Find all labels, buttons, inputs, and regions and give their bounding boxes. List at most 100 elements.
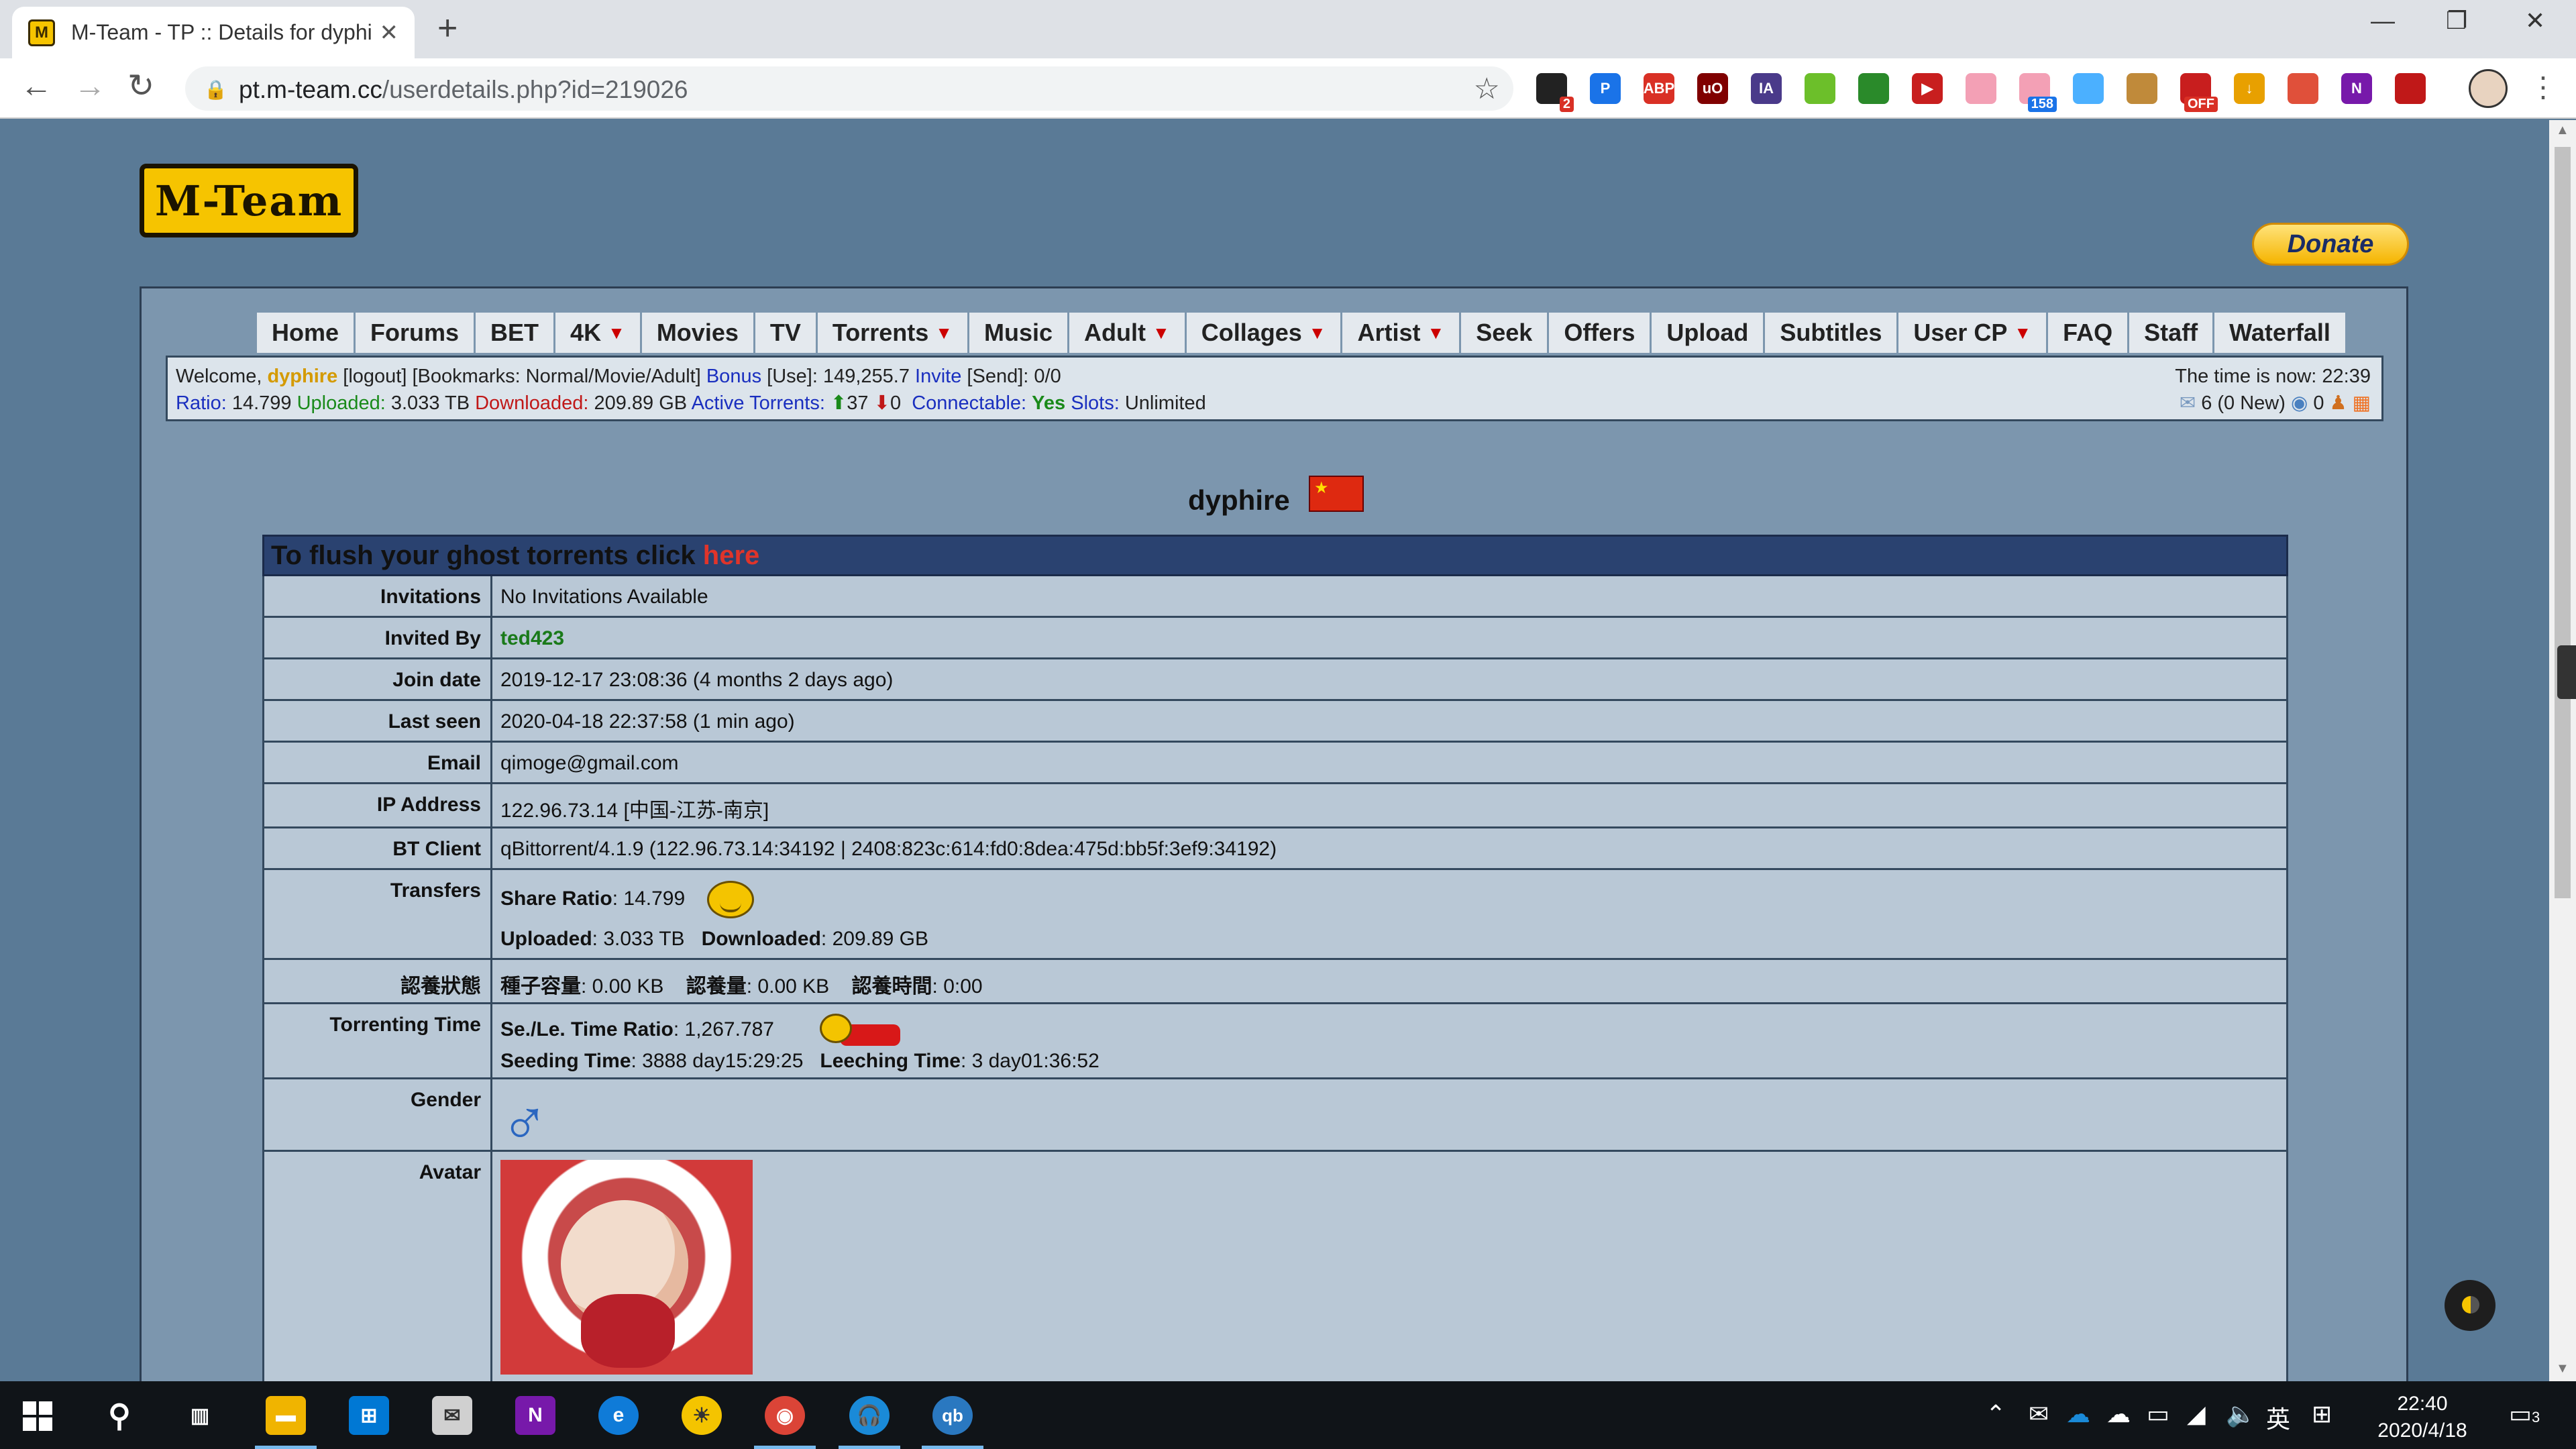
active-seed-count[interactable]: 37: [847, 392, 868, 414]
logout-link[interactable]: [logout]: [343, 366, 407, 387]
profile-avatar[interactable]: [2469, 69, 2508, 108]
ime-indicator[interactable]: 英: [2266, 1400, 2290, 1435]
extension-play-icon[interactable]: ▶: [1912, 73, 1943, 104]
notifications-icon[interactable]: ▭3: [2509, 1400, 2540, 1428]
menu-movies[interactable]: Movies: [641, 313, 755, 353]
edge-icon[interactable]: e: [598, 1396, 639, 1435]
scroll-up-icon[interactable]: ▲: [2556, 123, 2569, 138]
menu-artist[interactable]: Artist ▼: [1342, 313, 1462, 353]
ghost-flush-link[interactable]: here: [703, 541, 760, 570]
site-logo[interactable]: M-Team: [140, 164, 358, 237]
menu-user-cp[interactable]: User CP ▼: [1898, 313, 2049, 353]
menu-offers[interactable]: Offers: [1549, 313, 1652, 353]
battery-icon[interactable]: ▭: [2147, 1400, 2169, 1428]
scroll-down-icon[interactable]: ▼: [2556, 1361, 2569, 1377]
file-explorer-icon[interactable]: ▬: [266, 1396, 306, 1435]
restore-icon[interactable]: ❐: [2446, 7, 2467, 35]
extension-red-icon[interactable]: [2395, 73, 2426, 104]
keyboard-layout-icon[interactable]: ⊞: [2312, 1400, 2332, 1428]
invite-link[interactable]: Invite: [915, 366, 961, 387]
rss-icon[interactable]: ▦: [2353, 392, 2371, 414]
system-clock[interactable]: 22:40 2020/4/18: [2372, 1391, 2473, 1444]
menu-seek[interactable]: Seek: [1461, 313, 1550, 353]
extension-cookie-icon[interactable]: [2127, 73, 2157, 104]
lock-icon[interactable]: 🔒: [204, 78, 227, 101]
extension-tv-icon[interactable]: 158: [2019, 73, 2057, 112]
reload-icon[interactable]: ↻: [127, 70, 154, 103]
address-bar[interactable]: 🔒 pt.m-team.cc/userdetails.php?id=219026…: [185, 66, 1513, 111]
weather-icon[interactable]: ☀: [682, 1396, 722, 1435]
invite-value[interactable]: [Send]: 0/0: [967, 366, 1061, 387]
donate-button[interactable]: Donate: [2252, 223, 2409, 266]
forward-icon[interactable]: →: [74, 70, 106, 103]
extension-pen-icon[interactable]: [2073, 73, 2104, 104]
menu-tv[interactable]: TV: [755, 313, 818, 353]
menu-4k[interactable]: 4K ▼: [555, 313, 642, 353]
extension-ublock-icon[interactable]: uO: [1697, 73, 1728, 104]
tray-expand-icon[interactable]: ⌃: [1986, 1400, 2006, 1428]
bookmark-star-icon[interactable]: ☆: [1474, 72, 1500, 106]
url-text[interactable]: pt.m-team.cc/userdetails.php?id=219026: [239, 76, 688, 104]
menu-forums[interactable]: Forums: [356, 313, 476, 353]
onedrive-icon[interactable]: ☁: [2066, 1400, 2090, 1428]
menu-upload[interactable]: Upload: [1652, 313, 1766, 353]
mail-app-icon[interactable]: ✉: [432, 1396, 472, 1435]
extension-color-icon[interactable]: [2288, 73, 2318, 104]
chrome-icon[interactable]: ◉: [765, 1396, 805, 1435]
menu-faq[interactable]: FAQ: [2048, 313, 2130, 353]
user-avatar-image[interactable]: [500, 1160, 753, 1375]
menu-waterfall[interactable]: Waterfall: [2214, 313, 2347, 353]
dark-mode-toggle[interactable]: [2445, 1280, 2496, 1331]
extension-abp-icon[interactable]: ABP: [1644, 73, 1674, 104]
minimize-icon[interactable]: —: [2371, 7, 2395, 35]
username-link[interactable]: dyphire: [267, 366, 337, 387]
extension-face-icon[interactable]: [1805, 73, 1835, 104]
cloud-icon[interactable]: ☁: [2106, 1400, 2131, 1428]
menu-bet[interactable]: BET: [476, 313, 556, 353]
extension-gift-icon[interactable]: OFF: [2180, 73, 2218, 112]
side-panel-handle[interactable]: [2557, 645, 2576, 699]
extension-download-icon[interactable]: ↓: [2234, 73, 2265, 104]
active-leech-count[interactable]: 0: [890, 392, 901, 414]
bookmarks-link[interactable]: [Bookmarks: Normal/Movie/Adult]: [412, 366, 700, 387]
extension-onenote-icon[interactable]: N: [2341, 73, 2372, 104]
menu-staff[interactable]: Staff: [2129, 313, 2215, 353]
windows-start-icon[interactable]: [23, 1401, 52, 1431]
back-icon[interactable]: ←: [20, 70, 52, 103]
search-icon[interactable]: ⚲: [99, 1396, 140, 1435]
headphones-app-icon[interactable]: 🎧: [849, 1396, 890, 1435]
menu-kebab-icon[interactable]: ⋮: [2529, 70, 2557, 103]
onenote-icon[interactable]: N: [515, 1396, 555, 1435]
extension-globe-icon[interactable]: [1858, 73, 1889, 104]
bonus-value[interactable]: [Use]: 149,255.7: [767, 366, 910, 387]
menu-collages[interactable]: Collages ▼: [1186, 313, 1343, 353]
extension-cam-icon[interactable]: 2: [1536, 73, 1574, 112]
volume-icon[interactable]: 🔈: [2226, 1400, 2256, 1428]
extension-ia-icon[interactable]: IA: [1751, 73, 1782, 104]
qbittorrent-icon[interactable]: qb: [932, 1396, 973, 1435]
extension-bilibili-icon[interactable]: [1966, 73, 1996, 104]
messages-count[interactable]: 6 (0 New): [2201, 392, 2286, 414]
friends-icon[interactable]: ◉: [2291, 392, 2308, 414]
user-icon[interactable]: ♟: [2330, 392, 2347, 414]
menu-music[interactable]: Music: [969, 313, 1069, 353]
mail-icon[interactable]: ✉: [2180, 392, 2196, 414]
menu-home[interactable]: Home: [257, 313, 356, 353]
tray-mail-icon[interactable]: ✉: [2029, 1400, 2049, 1428]
task-view-icon[interactable]: ▥: [180, 1396, 220, 1435]
store-icon[interactable]: ⊞: [349, 1396, 389, 1435]
extension-p-icon[interactable]: P: [1590, 73, 1621, 104]
menu-torrents[interactable]: Torrents ▼: [817, 313, 969, 353]
menu-adult[interactable]: Adult ▼: [1069, 313, 1187, 353]
scrollbar-thumb[interactable]: [2555, 147, 2571, 898]
friends-count[interactable]: 0: [2313, 392, 2324, 414]
invited-by-link[interactable]: ted423: [492, 618, 2286, 657]
bonus-link[interactable]: Bonus: [706, 366, 761, 387]
new-tab-button[interactable]: +: [437, 11, 458, 46]
close-window-icon[interactable]: ✕: [2525, 7, 2545, 35]
wifi-icon[interactable]: ◢: [2187, 1400, 2206, 1428]
menu-subtitles[interactable]: Subtitles: [1765, 313, 1899, 353]
page-scrollbar[interactable]: ▲ ▼: [2549, 120, 2576, 1381]
browser-tab[interactable]: M M-Team - TP :: Details for dyphire ✕: [12, 7, 415, 58]
tab-close-icon[interactable]: ✕: [380, 19, 399, 46]
